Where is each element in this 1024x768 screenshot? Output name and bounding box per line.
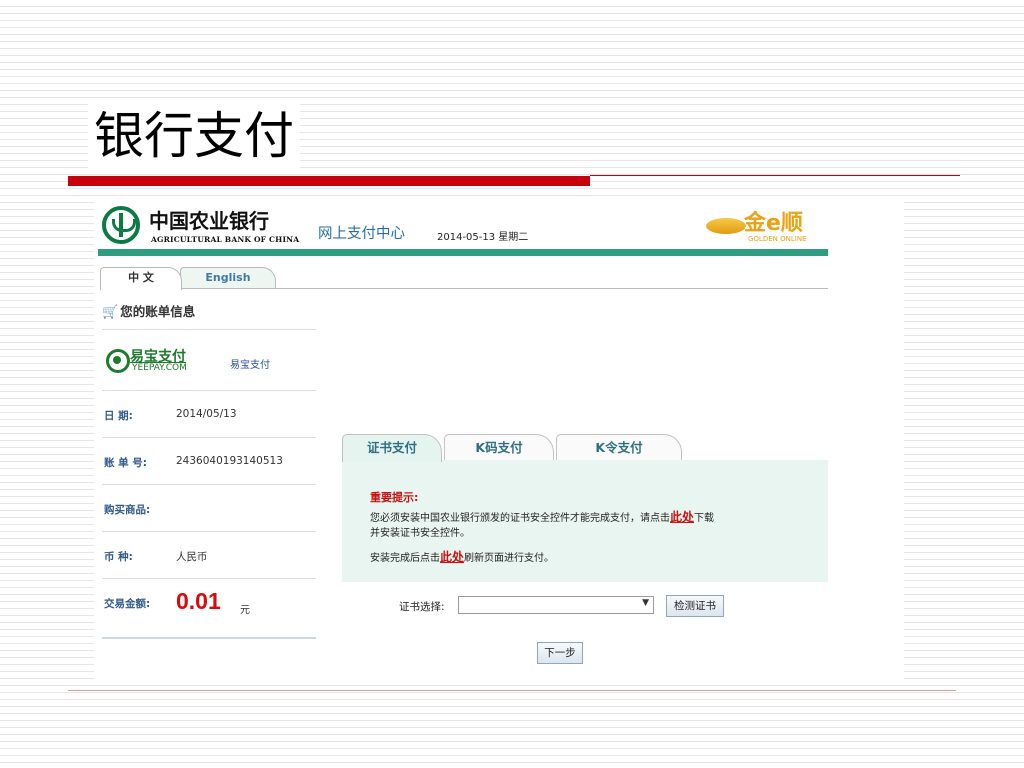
refresh-here-link[interactable]: 此处 — [440, 550, 464, 564]
notice-line-2: 并安装证书安全控件。 — [370, 528, 470, 539]
merchant-logo-en: YEEPAY.COM — [132, 363, 187, 373]
notice-line-1-text: 您必须安装中国农业银行颁发的证书安全控件才能完成支付，请点击 — [370, 513, 670, 524]
bottom-rule — [68, 690, 956, 691]
bank-payment-screenshot: 中国农业银行 AGRICULTURAL BANK OF CHINA 网上支付中心… — [94, 201, 904, 679]
tab-cert-payment[interactable]: 证书支付 — [342, 434, 442, 462]
bank-name-cn: 中国农业银行 — [149, 209, 269, 233]
bill-info-sidebar: 🛒 您的账单信息 易宝支付 YEEPAY.COM 易宝支付 日 期: 2014/0… — [102, 295, 316, 639]
tab-kcode-payment[interactable]: K码支付 — [444, 434, 554, 461]
cert-select-label: 证书选择: — [399, 601, 445, 613]
merchant-row: 易宝支付 YEEPAY.COM 易宝支付 — [102, 330, 316, 391]
tab-ktoken-payment[interactable]: K令支付 — [556, 434, 682, 461]
yeepay-logo-icon — [106, 349, 130, 373]
amount-value: 0.01 — [176, 588, 221, 614]
currency-label: 币 种: — [104, 551, 133, 563]
payment-center-title: 网上支付中心 — [318, 226, 405, 242]
bill-number-value: 2436040193140513 — [176, 455, 283, 467]
bill-number-label: 账 单 号: — [104, 457, 148, 469]
bank-name-en: AGRICULTURAL BANK OF CHINA — [151, 235, 300, 244]
partner-logo-en: GOLDEN ONLINE — [748, 235, 807, 243]
bill-info-title: 🛒 您的账单信息 — [102, 295, 316, 330]
check-cert-button[interactable]: 检测证书 — [666, 595, 724, 617]
bill-row-date: 日 期: 2014/05/13 — [102, 391, 316, 438]
date-label: 日 期: — [104, 410, 133, 422]
bill-info-title-text: 您的账单信息 — [120, 304, 196, 319]
slide-title: 银行支付 — [88, 104, 300, 168]
next-step-button[interactable]: 下一步 — [537, 642, 583, 664]
abc-bank-logo-icon — [102, 206, 140, 244]
header-date: 2014-05-13 星期二 — [437, 232, 529, 243]
title-rule-red — [68, 176, 590, 186]
chevron-down-icon[interactable]: ▼ — [642, 598, 649, 608]
bill-row-number: 账 单 号: 2436040193140513 — [102, 438, 316, 485]
title-rule-thin — [590, 175, 960, 176]
download-here-link[interactable]: 此处 — [670, 510, 694, 524]
notice-title: 重要提示: — [370, 491, 419, 504]
amount-unit: 元 — [240, 605, 250, 616]
notice-line-3-text: 安装完成后点击 — [370, 553, 440, 564]
tab-divider — [100, 288, 828, 289]
merchant-name: 易宝支付 — [230, 360, 270, 371]
date-value: 2014/05/13 — [176, 408, 237, 420]
amount-label: 交易金额: — [104, 598, 151, 610]
cert-payment-panel: 重要提示: 您必须安装中国农业银行颁发的证书安全控件才能完成支付，请点击此处下载… — [342, 460, 828, 582]
bill-row-amount: 交易金额: 0.01 元 — [102, 579, 316, 639]
tab-chinese[interactable]: 中 文 — [100, 267, 182, 290]
tab-english[interactable]: English — [180, 267, 276, 288]
cert-select[interactable]: ▼ — [458, 596, 654, 614]
notice-line-1: 您必须安装中国农业银行颁发的证书安全控件才能完成支付，请点击此处下载 — [370, 508, 714, 525]
notice-line-3-tail: 刷新页面进行支付。 — [464, 553, 555, 564]
notice-line-3: 安装完成后点击此处刷新页面进行支付。 — [370, 548, 554, 565]
notice-line-1-tail: 下载 — [694, 513, 715, 524]
header-bar — [98, 249, 828, 256]
currency-value: 人民币 — [176, 551, 208, 563]
partner-logo-cn: 金e顺 — [744, 211, 803, 236]
goods-label: 购买商品: — [104, 504, 151, 516]
shopping-cart-icon: 🛒 — [102, 305, 119, 320]
bill-row-goods: 购买商品: — [102, 485, 316, 532]
bill-row-currency: 币 种: 人民币 — [102, 532, 316, 579]
golden-online-swoosh-icon — [706, 218, 746, 234]
